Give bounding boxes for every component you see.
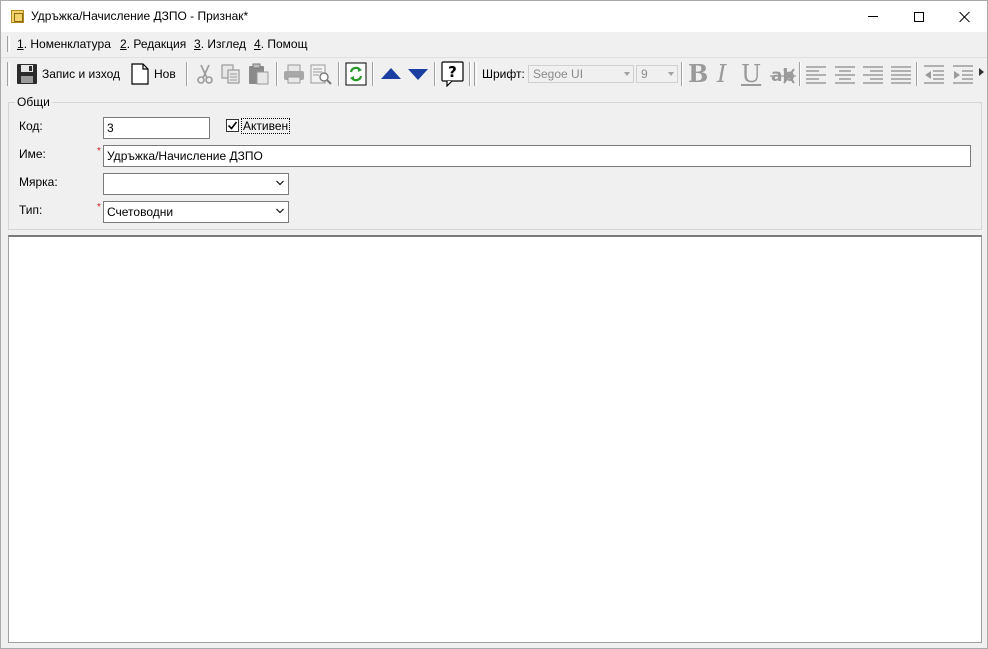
chevron-down-icon [276, 208, 284, 214]
toolbar-separator [681, 62, 683, 86]
outdent-button[interactable] [923, 62, 945, 86]
type-label: Тип: [19, 203, 43, 217]
toolbar-separator [372, 62, 374, 86]
app-window: Удръжка/Начисление ДЗПО - Признак* 1. Но… [0, 0, 988, 649]
minimize-button[interactable] [850, 1, 896, 32]
maximize-icon [914, 11, 924, 22]
toolbar-separator [276, 62, 278, 86]
underline-icon: U [741, 60, 762, 88]
code-input[interactable]: 3 [103, 117, 210, 139]
align-right-button[interactable] [862, 62, 884, 86]
toolbar-separator [186, 62, 188, 86]
toolbar-grip[interactable] [474, 62, 477, 86]
indent-button[interactable] [952, 62, 974, 86]
font-size-combo[interactable]: 9 [636, 65, 678, 83]
menu-bar: 1. Номенклатура 2. Редакция 3. Изглед 4.… [1, 33, 987, 55]
close-icon [959, 11, 971, 23]
align-center-icon [835, 66, 855, 84]
chevron-down-icon [624, 72, 630, 76]
chevron-down-icon [276, 180, 284, 186]
menu-item-edit[interactable]: 2. Редакция [120, 37, 186, 51]
italic-icon: I [717, 60, 727, 88]
refresh-button[interactable] [345, 62, 367, 86]
code-label: Код: [19, 119, 43, 133]
type-select[interactable]: Счетоводни [103, 201, 289, 223]
menu-item-help[interactable]: 4. Помощ [254, 37, 307, 51]
print-button[interactable] [282, 62, 306, 86]
indent-icon [953, 65, 973, 84]
name-input[interactable]: Удръжка/Начисление ДЗПО [103, 145, 971, 167]
checkmark-icon [227, 121, 238, 130]
text-editor-area[interactable] [8, 235, 982, 643]
underline-button[interactable]: U [741, 62, 761, 86]
font-label: Шрифт: [482, 67, 525, 81]
window-title: Удръжка/Начисление ДЗПО - Признак* [31, 9, 249, 23]
chevron-right-icon [979, 68, 984, 76]
type-required-mark: * [97, 202, 101, 213]
minimize-icon [868, 16, 878, 17]
help-button[interactable]: ? [441, 61, 465, 87]
active-checkbox[interactable] [226, 119, 239, 132]
copy-icon [221, 64, 240, 84]
chevron-down-icon [668, 72, 674, 76]
save-exit-button[interactable]: Запис и изход [16, 62, 120, 86]
bold-button[interactable]: B [688, 62, 708, 86]
active-checkbox-label[interactable]: Активен [241, 118, 291, 134]
maximize-button[interactable] [896, 1, 942, 32]
align-center-button[interactable] [834, 62, 856, 86]
paste-icon [249, 63, 269, 85]
print-preview-button[interactable] [309, 62, 333, 86]
cut-button[interactable] [194, 62, 216, 86]
svg-text:?: ? [448, 63, 457, 81]
print-preview-icon [310, 64, 332, 85]
align-left-icon [806, 66, 826, 84]
menu-item-view[interactable]: 3. Изглед [194, 37, 246, 51]
toolbar-separator [799, 62, 801, 86]
unit-select[interactable] [103, 173, 289, 195]
align-right-icon [863, 66, 883, 84]
name-required-mark: * [97, 146, 101, 157]
unit-label: Мярка: [19, 175, 58, 189]
move-down-button[interactable] [406, 62, 430, 86]
save-icon [17, 64, 37, 84]
general-group-title: Общи [15, 95, 52, 109]
toolbar-overflow-button[interactable] [978, 60, 986, 84]
new-button[interactable]: Нов [130, 62, 176, 86]
help-icon: ? [441, 61, 464, 87]
toolbar-separator [916, 62, 918, 86]
font-family-combo[interactable]: Segoe UI [528, 65, 634, 83]
menu-grip[interactable] [7, 36, 10, 52]
name-label: Име: [19, 147, 46, 161]
title-bar: Удръжка/Начисление ДЗПО - Признак* [1, 1, 987, 32]
italic-button[interactable]: I [717, 62, 726, 86]
paste-button[interactable] [247, 62, 271, 86]
toolbar-separator [469, 62, 471, 86]
close-button[interactable] [942, 1, 988, 32]
app-icon [11, 10, 24, 23]
outdent-icon [924, 65, 944, 84]
strikethrough-icon: ab [770, 66, 796, 85]
refresh-icon [345, 62, 367, 86]
align-left-button[interactable] [805, 62, 827, 86]
move-up-button[interactable] [379, 62, 403, 86]
toolbar-grip[interactable] [7, 62, 10, 86]
new-document-icon [131, 63, 149, 85]
justify-icon [891, 66, 911, 84]
arrow-up-icon [381, 68, 401, 79]
copy-button[interactable] [220, 62, 242, 86]
toolbar-separator [338, 62, 340, 86]
bold-icon: B [688, 59, 709, 88]
arrow-down-icon [408, 69, 428, 80]
toolbar: Запис и изход Нов ? Шрифт: Segoe UI 9 B … [1, 57, 987, 89]
justify-button[interactable] [890, 62, 912, 86]
toolbar-separator [434, 62, 436, 86]
strikethrough-button[interactable]: ab [770, 62, 796, 86]
cut-icon [197, 64, 213, 84]
print-icon [284, 64, 304, 84]
menu-item-nomenclature[interactable]: 1. Номенклатура [17, 37, 111, 51]
